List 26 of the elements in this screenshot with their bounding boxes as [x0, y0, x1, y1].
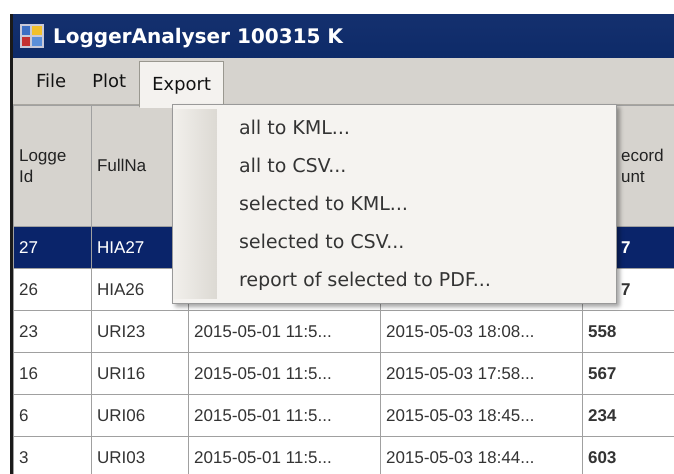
table-cell: 23: [14, 310, 92, 352]
table-cell: 2015-05-03 18:08...: [380, 310, 582, 352]
table-cell: 2015-05-01 11:5...: [188, 352, 380, 394]
menu-item[interactable]: selected to KML...: [235, 185, 412, 223]
table-cell: 27: [14, 226, 92, 268]
table-cell: 3: [14, 436, 92, 474]
table-cell: URI23: [92, 310, 188, 352]
table-cell: 6: [14, 394, 92, 436]
table-cell: 2015-05-01 11:5...: [188, 310, 380, 352]
app-icon: [19, 23, 45, 49]
menu-item[interactable]: report of selected to PDF...: [235, 261, 495, 299]
menu-item[interactable]: Export: [139, 60, 224, 108]
menu-item[interactable]: all to CSV...: [235, 147, 350, 185]
table-cell: URI06: [92, 394, 188, 436]
menu-item[interactable]: File: [23, 60, 80, 102]
column-header[interactable]: Logge Id: [14, 106, 92, 226]
menu-item[interactable]: Plot: [79, 60, 140, 102]
table-cell: 26: [14, 268, 92, 310]
table-cell: 16: [14, 352, 92, 394]
table-cell: URI16: [92, 352, 188, 394]
window-title: LoggerAnalyser 100315 K: [53, 23, 343, 50]
menu-item[interactable]: all to KML...: [235, 109, 354, 147]
table-cell: 2015-05-03 17:58...: [380, 352, 582, 394]
menu-item[interactable]: selected to CSV...: [235, 223, 408, 261]
table-cell: 2015-05-03 18:45...: [380, 394, 582, 436]
table-cell: 2015-05-01 11:5...: [188, 394, 380, 436]
